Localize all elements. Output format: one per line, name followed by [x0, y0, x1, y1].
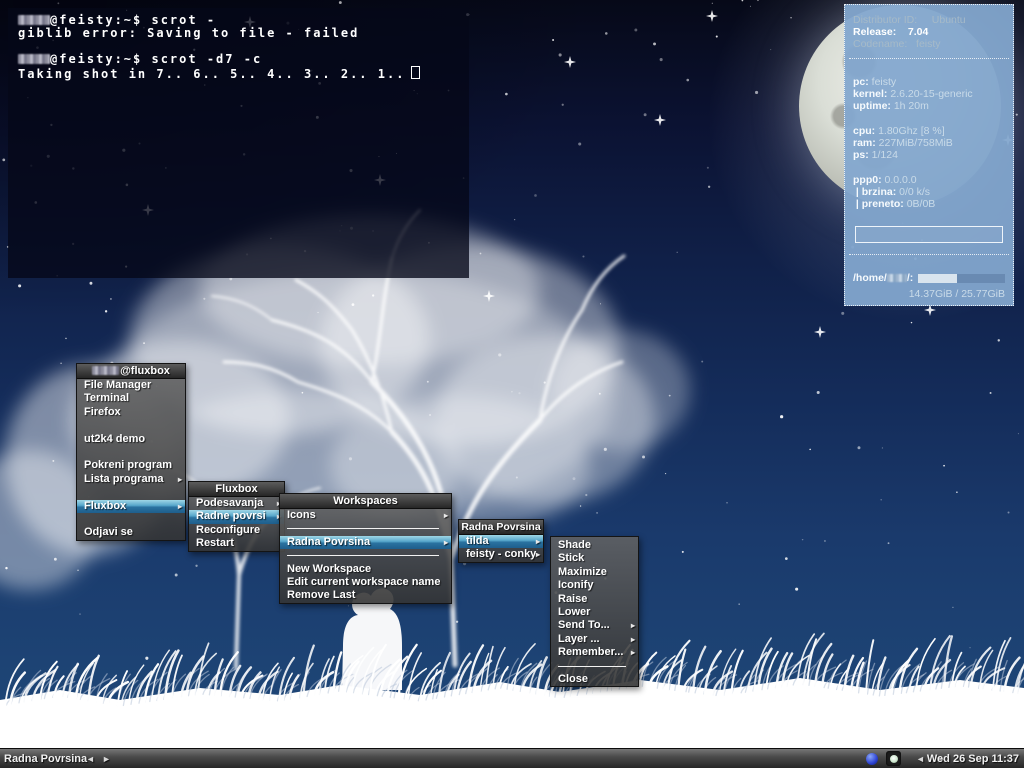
menu-gap — [77, 513, 185, 526]
submenu-arrow-icon: ▸ — [443, 537, 448, 547]
conky-disk-row: /home/ /: — [853, 272, 1005, 284]
menu-item-shade[interactable]: Shade — [551, 539, 638, 552]
submenu-arrow-icon: ▸ — [177, 501, 182, 511]
censored-username — [886, 274, 907, 283]
submenu-arrow-icon: ▸ — [177, 474, 182, 484]
menu-item-stick[interactable]: Stick — [551, 552, 638, 565]
censored-username — [18, 54, 50, 64]
prev-workspace-arrow-icon[interactable]: ◄ — [86, 751, 95, 767]
blue-orb-tray-icon[interactable] — [866, 753, 878, 765]
menu-item-lista-programa[interactable]: Lista programa ▸ — [77, 473, 185, 486]
menu-item-lower[interactable]: Lower — [551, 606, 638, 619]
conky-row: kernel: 2.6.20-15-generic — [853, 88, 973, 101]
menu-window: Shade Stick Maximize Iconify Raise Lower Send … — [550, 536, 639, 688]
terminal-window[interactable]: @feisty:~$ scrot - giblib error: Saving t… — [8, 8, 469, 278]
menu-item-send-to[interactable]: Send To... ▸ — [551, 619, 638, 632]
menu-workspaces: Workspaces Icons ▸ Radna Povrsina ▸ New Works… — [279, 493, 452, 604]
prev-window-arrow-icon[interactable]: ◄ — [916, 751, 925, 767]
menu-item-radne-povrsi[interactable]: Radne povrsi▸ — [189, 510, 284, 524]
conky-row: ppp0: 0.0.0.0 — [853, 174, 917, 186]
disk-usage-bar — [918, 273, 1005, 283]
conky-row: pc: feisty — [853, 76, 897, 88]
menu-item-odjavi-se[interactable]: Odjavi se — [77, 526, 185, 539]
submenu-arrow-icon: ▸ — [535, 537, 540, 546]
conky-row: cpu: 1.80Ghz [8 %] — [853, 125, 945, 137]
menu-title: @fluxbox — [77, 364, 185, 379]
menu-item-remember[interactable]: Remember... ▸ — [551, 646, 638, 659]
menu-separator — [551, 660, 638, 673]
menu-item-file-manager[interactable]: File Manager — [77, 379, 185, 392]
menu-item-remove-last[interactable]: Remove Last — [280, 589, 451, 602]
submenu-arrow-icon: ▸ — [630, 648, 635, 658]
conky-cpu-info: cpu: 1.80Ghz [8 %] ram: 227MiB/758MiB ps: … — [853, 125, 1005, 162]
conky-os-info: Distributor ID: Ubuntu Release: 7.04 Coden… — [853, 14, 1005, 51]
conky-row: | preneto: 0B/0B — [853, 198, 936, 211]
next-workspace-arrow-icon[interactable]: ► — [102, 751, 111, 767]
toolbar: Radna Povrsina ◄ ► ◄ ► Wed 26 Sep 11:37 — [0, 748, 1024, 768]
menu-item-radna-povrsina[interactable]: Radna Povrsina ▸ — [280, 535, 451, 550]
menu-item-icons[interactable]: Icons ▸ — [280, 509, 451, 522]
menu-item-fluxbox[interactable]: Fluxbox ▸ — [77, 499, 185, 513]
menu-item-firefox[interactable]: Firefox — [77, 406, 185, 419]
disk-path-suffix: /: — [906, 272, 914, 284]
menu-fluxbox: FluxboxPodesavanja▸Radne povrsi▸Reconfig… — [188, 481, 285, 552]
menu-radna-povrsina: Radna Povrsina tilda ▸ feisty - conky ▸ — [458, 519, 544, 563]
conky-row: uptime: 1h 20m — [853, 100, 929, 113]
conky-row: ps: 1/124 — [853, 149, 898, 162]
menu-item-podesavanja[interactable]: Podesavanja▸ — [189, 497, 284, 510]
conky-separator — [849, 58, 1009, 59]
menu-gap — [77, 486, 185, 499]
menu-title: Radna Povrsina — [459, 520, 543, 535]
submenu-arrow-icon: ▸ — [443, 511, 448, 520]
menu-item-maximize[interactable]: Maximize — [551, 566, 638, 579]
submenu-arrow-icon: ▸ — [630, 634, 635, 644]
menu-root: @fluxbox File Manager Terminal Firefox ut2k4… — [76, 363, 186, 541]
conky-row: Distributor ID: Ubuntu — [853, 14, 966, 26]
desktop[interactable]: @feisty:~$ scrot - giblib error: Saving t… — [0, 0, 1024, 768]
conky-row: Release: 7.04 — [853, 26, 929, 39]
menu-item-pokreni-program[interactable]: Pokreni program — [77, 459, 185, 472]
menu-item-close[interactable]: Close — [551, 673, 638, 686]
menu-gap — [77, 446, 185, 459]
terminal-line: @feisty:~$ scrot -d7 -c — [18, 53, 469, 66]
conky-row: | brzina: 0/0 k/s — [853, 186, 931, 199]
menu-item-reconfigure[interactable]: Reconfigure — [189, 524, 284, 537]
menu-separator — [280, 549, 451, 562]
menu-item-edit-current-workspace-name[interactable]: Edit current workspace name — [280, 576, 451, 589]
conky-network-bar — [855, 226, 1003, 243]
camera-tray-icon[interactable] — [886, 751, 901, 766]
menu-separator — [280, 522, 451, 535]
menu-item-tilda[interactable]: tilda ▸ — [459, 535, 543, 549]
menu-item-iconify[interactable]: Iconify — [551, 579, 638, 592]
conky-row: Codename: feisty — [853, 38, 941, 51]
menu-item-new-workspace[interactable]: New Workspace — [280, 563, 451, 576]
submenu-arrow-icon: ▸ — [630, 621, 635, 631]
conky-separator — [849, 254, 1009, 255]
disk-usage-text: 14.37GiB / 25.77GiB — [908, 288, 1005, 300]
censored-username — [18, 15, 50, 25]
clock: Wed 26 Sep 11:37 — [926, 753, 1019, 765]
terminal-line: giblib error: Saving to file - failed — [18, 26, 360, 40]
conky-widget: Distributor ID: Ubuntu Release: 7.04 Coden… — [844, 4, 1014, 306]
menu-item-layer[interactable]: Layer ... ▸ — [551, 633, 638, 646]
terminal-cursor — [411, 66, 421, 79]
menu-item-feisty-conky[interactable]: feisty - conky ▸ — [459, 548, 543, 561]
censored-username — [92, 366, 120, 375]
terminal-line: Taking shot in 7.. 6.. 5.. 4.. 3.. 2.. 1… — [18, 66, 469, 81]
menu-title: Fluxbox — [189, 482, 284, 497]
conky-system-info: pc: feisty kernel: 2.6.20-15-generic uptim… — [853, 76, 1005, 113]
conky-network-info: ppp0: 0.0.0.0 | brzina: 0/0 k/s | prenet… — [853, 174, 1005, 211]
menu-item-raise[interactable]: Raise — [551, 593, 638, 606]
menu-gap — [77, 419, 185, 432]
conky-row: ram: 227MiB/758MiB — [853, 137, 953, 150]
menu-item-ut2k4-demo[interactable]: ut2k4 demo — [77, 433, 185, 446]
disk-path-prefix: /home/ — [853, 272, 887, 284]
submenu-arrow-icon: ▸ — [535, 550, 540, 560]
menu-item-restart[interactable]: Restart — [189, 537, 284, 550]
menu-title: Workspaces — [280, 494, 451, 509]
workspace-label[interactable]: Radna Povrsina — [4, 751, 87, 767]
menu-item-terminal[interactable]: Terminal — [77, 392, 185, 405]
